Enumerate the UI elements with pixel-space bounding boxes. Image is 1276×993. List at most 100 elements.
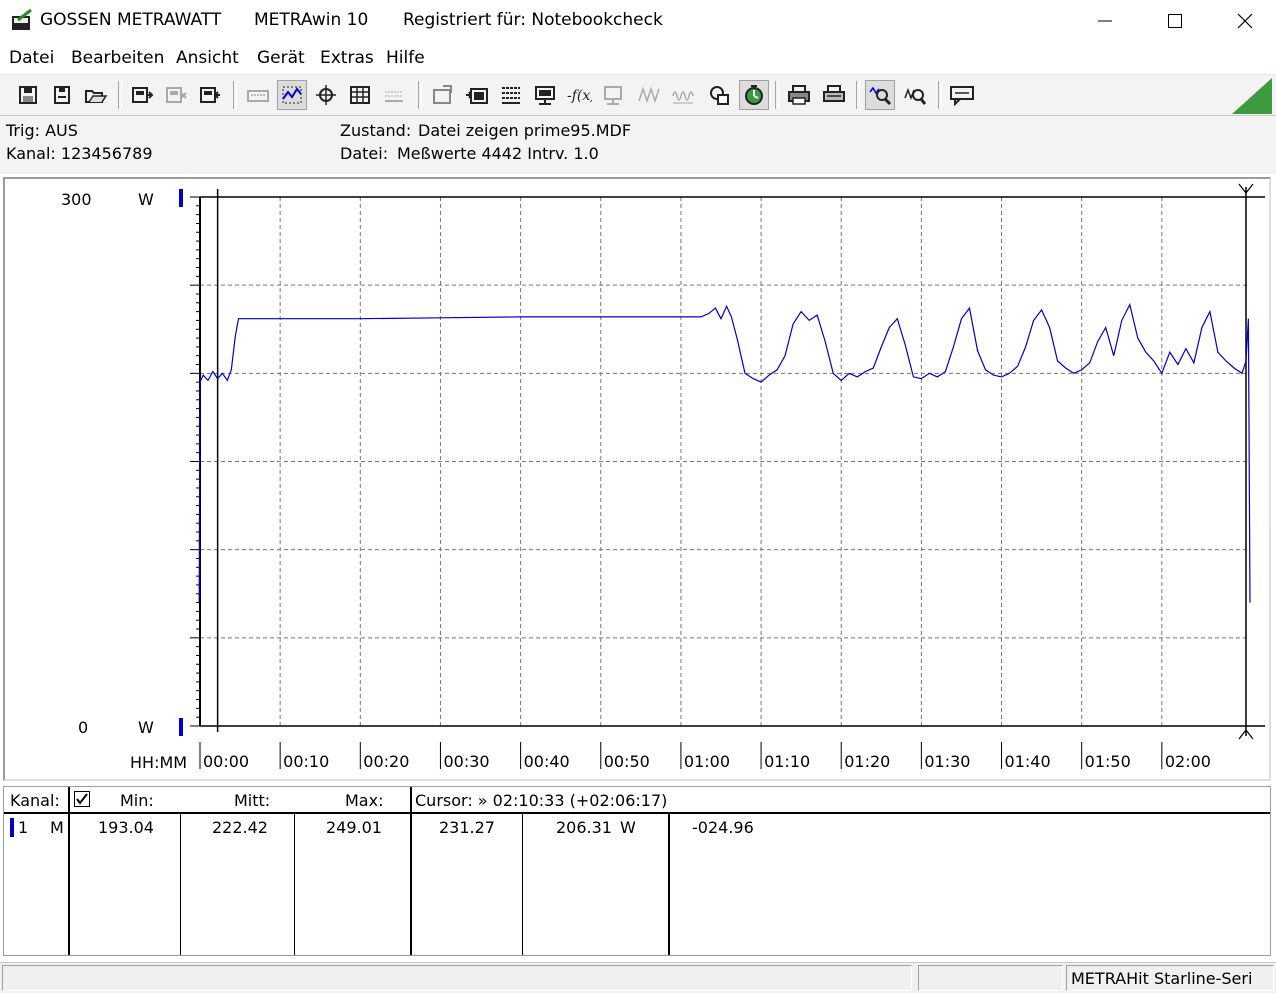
copy-icon — [710, 86, 729, 105]
y-bottom-unit: W — [138, 718, 154, 737]
cursor-header: Cursor: » 02:10:33 (+02:06:17) — [415, 791, 668, 810]
min-value: 193.04 — [98, 818, 154, 837]
menu-bar: Datei Bearbeiten Ansicht Gerät Extras Hi… — [0, 44, 1276, 72]
status-device: METRAHit Starline-Seri — [1066, 965, 1274, 991]
device-read-button[interactable] — [195, 80, 225, 110]
zustand-value: Datei zeigen prime95.MDF — [418, 121, 632, 140]
menu-ansicht[interactable]: Ansicht — [176, 48, 239, 68]
channel-color-marker — [10, 818, 14, 837]
zoom-out-button[interactable] — [900, 80, 930, 110]
power-series-line — [198, 302, 1251, 603]
save-as-icon — [54, 86, 70, 104]
y-bottom-label: 0 — [78, 718, 89, 737]
settings-icon — [502, 87, 520, 104]
crosshair-button[interactable] — [311, 80, 341, 110]
trigger-status: Trig: AUS — [6, 121, 78, 140]
max-value: 249.01 — [326, 818, 382, 837]
checkbox-checked-icon[interactable] — [74, 791, 90, 807]
x-tick-label: 01:30 — [924, 752, 970, 771]
open-button[interactable] — [81, 80, 111, 110]
channel-marker-top — [179, 189, 183, 207]
close-button[interactable] — [1210, 0, 1276, 42]
maximize-icon — [1168, 14, 1182, 28]
x-tick-label: 01:40 — [1005, 752, 1051, 771]
x-tick-label: 01:00 — [684, 752, 730, 771]
max-header: Max: — [345, 791, 384, 810]
minimize-icon — [1098, 20, 1112, 22]
zoom-out-icon — [904, 87, 927, 105]
close-icon — [1237, 13, 1253, 29]
grid-button — [379, 80, 409, 110]
chat-button[interactable] — [947, 80, 977, 110]
table-icon — [350, 86, 370, 104]
status-bar: METRAHit Starline-Seri — [0, 962, 1276, 993]
x-tick-label: 02:00 — [1165, 752, 1211, 771]
monitor-icon — [535, 86, 555, 105]
zoom-area-button[interactable] — [277, 80, 307, 110]
zoom-area-icon — [282, 86, 302, 104]
x-tick-label: 00:50 — [604, 752, 650, 771]
save-icon — [19, 86, 37, 104]
x-tick-label: 01:10 — [764, 752, 810, 771]
menu-hilfe[interactable]: Hilfe — [386, 48, 425, 68]
zoom-in-icon — [869, 86, 892, 106]
zoom-in-button[interactable] — [865, 80, 895, 110]
device-button[interactable] — [127, 80, 157, 110]
display-button — [598, 80, 628, 110]
device-off-button — [161, 80, 191, 110]
title-bar: GOSSEN METRAWATT METRAwin 10 Registriert… — [0, 0, 1276, 42]
x-tick-label: 00:30 — [443, 752, 489, 771]
minimize-button[interactable] — [1070, 0, 1140, 42]
menu-bearbeiten[interactable]: Bearbeiten — [71, 48, 164, 68]
crosshair-icon — [316, 85, 336, 105]
mitt-value: 222.42 — [212, 818, 268, 837]
channel-marker-bottom — [179, 718, 183, 736]
x-tick-label: 00:00 — [203, 752, 249, 771]
channel-number: 1 — [18, 818, 29, 837]
power-chart[interactable]: 00:00 00:10 00:20 00:30 00:40 00:50 01:00 01:10… — [5, 179, 1269, 779]
meter-icon — [12, 8, 32, 30]
display-icon — [604, 86, 622, 105]
monitor-button[interactable] — [530, 80, 560, 110]
x-tick-label: 00:40 — [524, 752, 570, 771]
formula-button[interactable]: -f(x) — [564, 80, 594, 110]
status-pane-mid — [918, 965, 1063, 991]
import-button[interactable] — [462, 80, 492, 110]
wave-button — [634, 80, 664, 110]
save-as-button[interactable] — [47, 80, 77, 110]
chat-icon — [950, 86, 974, 106]
print-setup-icon — [823, 85, 845, 102]
menu-extras[interactable]: Extras — [320, 48, 374, 68]
wave2-button — [668, 80, 698, 110]
measurement-table: Kanal: Min: Mitt: Max: Cursor: » 02:10:3… — [3, 786, 1271, 956]
registered-text: Registriert für: Notebookcheck — [403, 10, 663, 30]
formula-icon: -f(x) — [567, 88, 592, 104]
print-setup-button[interactable] — [819, 80, 849, 110]
status-pane-main — [2, 965, 912, 991]
y-top-label: 300 — [61, 190, 92, 209]
menu-datei[interactable]: Datei — [9, 48, 54, 68]
device-read-icon — [200, 87, 220, 103]
table-button[interactable] — [345, 80, 375, 110]
status-triangle-icon — [1232, 78, 1272, 114]
copy-button[interactable] — [704, 80, 734, 110]
datei-value: Meßwerte 4442 Intrv. 1.0 — [397, 144, 599, 163]
save-button[interactable] — [13, 80, 43, 110]
menu-geraet[interactable]: Gerät — [257, 48, 305, 68]
x-tick-label: 01:20 — [844, 752, 890, 771]
datei-label: Datei: — [340, 144, 389, 163]
value-unit: W — [620, 818, 636, 837]
wave-icon — [638, 86, 660, 104]
timer-button[interactable] — [739, 80, 769, 110]
settings-button[interactable] — [496, 80, 526, 110]
x-tick-label: 01:50 — [1085, 752, 1131, 771]
timer-icon — [745, 85, 763, 105]
app-company: GOSSEN METRAWATT — [40, 10, 222, 30]
grid-icon — [385, 91, 403, 102]
maximize-button[interactable] — [1140, 0, 1210, 42]
export-button — [428, 80, 458, 110]
wave2-icon — [672, 91, 694, 104]
print-button[interactable] — [784, 80, 814, 110]
cursor-value: 231.27 — [439, 818, 495, 837]
mitt-header: Mitt: — [234, 791, 271, 810]
